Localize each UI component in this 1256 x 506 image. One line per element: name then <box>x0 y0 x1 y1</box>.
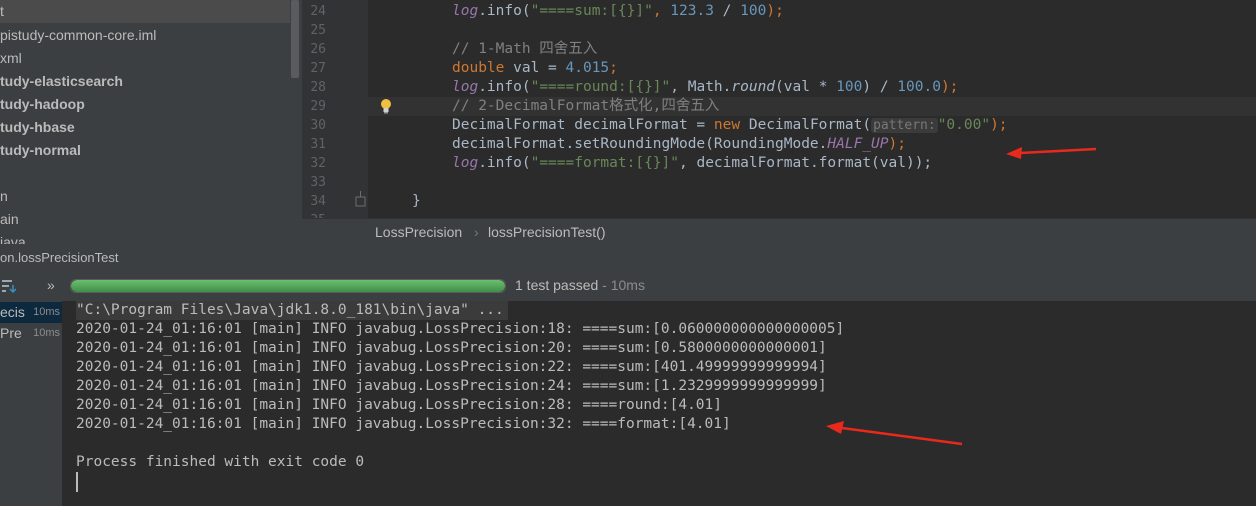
line-number: 29 <box>310 99 326 114</box>
run-window-header: on.lossPrecisionTest <box>0 244 1256 272</box>
tree-item[interactable]: ain <box>0 208 19 231</box>
line-number: 30 <box>310 118 326 133</box>
console-output[interactable]: "C:\Program Files\Java\jdk1.8.0_181\bin\… <box>62 301 1256 506</box>
tree-item[interactable]: xml <box>0 47 22 70</box>
line-number: 35 <box>302 211 326 218</box>
line-number: 32 <box>310 156 326 171</box>
run-toolbar: » 1 test passed - 10ms <box>0 271 1256 302</box>
test-results-tree: ecis 10ms Pre 10ms <box>0 301 62 506</box>
code-editor[interactable]: 24 25 26 27 28 29 30 31 32 33 34 35 log.… <box>302 0 1256 218</box>
line-number: 31 <box>310 137 326 152</box>
line-number: 28 <box>310 80 326 95</box>
breadcrumb-class[interactable]: LossPrecision <box>375 219 462 245</box>
tree-item-label: n <box>0 188 8 204</box>
code-line-30: DecimalFormat decimalFormat = new Decima… <box>452 117 1008 133</box>
tree-item-label: java <box>0 234 26 244</box>
code-line-27: double val = 4.015; <box>452 60 618 76</box>
code-line-31: decimalFormat.setRoundingMode(RoundingMo… <box>452 136 906 152</box>
tree-item-label: t <box>0 3 4 19</box>
line-number: 26 <box>310 42 326 57</box>
tree-item[interactable]: java <box>0 231 26 244</box>
code-line-26: // 1-Math 四舍五入 <box>452 41 598 57</box>
console-line: "C:\Program Files\Java\jdk1.8.0_181\bin\… <box>76 301 508 320</box>
line-number: 27 <box>310 61 326 76</box>
tree-item-module[interactable]: tudy-hbase <box>0 116 75 139</box>
tree-item-label: tudy-hadoop <box>0 96 85 112</box>
line-number: 25 <box>310 23 326 38</box>
console-line: 2020-01-24_01:16:01 [main] INFO javabug.… <box>76 416 731 432</box>
code-line-24: log.info("====sum:[{}]", 123.3 / 100); <box>452 3 784 19</box>
test-item[interactable]: Pre 10ms <box>0 323 62 344</box>
line-number: 33 <box>310 175 326 190</box>
tree-item-label: tudy-normal <box>0 142 81 158</box>
tree-item-module[interactable]: tudy-elasticsearch <box>0 70 123 93</box>
code-line-32: log.info("====format:[{}]", decimalForma… <box>452 155 933 171</box>
project-tree-panel: t pistudy-common-core.iml xml tudy-elast… <box>0 0 302 244</box>
tree-item-label: tudy-hbase <box>0 119 75 135</box>
breadcrumb-method[interactable]: lossPrecisionTest() <box>488 219 605 245</box>
line-number-gutter: 24 25 26 27 28 29 30 31 32 33 34 35 <box>302 0 354 218</box>
tree-item-label: pistudy-common-core.iml <box>0 27 157 43</box>
tree-item[interactable]: t <box>0 0 290 23</box>
fold-marker-icon <box>355 191 366 207</box>
breadcrumb: LossPrecision › lossPrecisionTest() <box>302 218 1256 245</box>
test-progress-bar <box>70 279 506 293</box>
test-item[interactable]: ecis 10ms <box>0 302 62 323</box>
parameter-hint: pattern: <box>871 118 938 133</box>
tree-item-label: ain <box>0 211 19 227</box>
tree-item-module[interactable]: tudy-hadoop <box>0 93 85 116</box>
console-line: 2020-01-24_01:16:01 [main] INFO javabug.… <box>76 378 827 394</box>
tree-item[interactable]: pistudy-common-core.iml <box>0 24 156 47</box>
tree-item[interactable]: n <box>0 185 8 208</box>
tree-item-label: xml <box>0 50 22 66</box>
console-line: 2020-01-24_01:16:01 [main] INFO javabug.… <box>76 359 827 375</box>
code-line-34: } <box>412 193 421 209</box>
console-line: 2020-01-24_01:16:01 [main] INFO javabug.… <box>76 321 845 337</box>
annotation-arrow-icon <box>1006 147 1097 159</box>
line-number: 34 <box>310 194 326 209</box>
test-status: 1 test passed - 10ms <box>515 277 645 293</box>
line-number: 24 <box>310 4 326 19</box>
run-window-title[interactable]: on.lossPrecisionTest <box>0 244 119 271</box>
test-progress-fill <box>71 280 505 292</box>
breadcrumb-separator: › <box>474 224 479 240</box>
tree-item-module[interactable]: tudy-normal <box>0 139 81 162</box>
tree-scrollbar[interactable] <box>291 0 299 78</box>
lightbulb-icon[interactable] <box>379 97 393 116</box>
console-line: 2020-01-24_01:16:01 [main] INFO javabug.… <box>76 340 827 356</box>
code-line-28: log.info("====round:[{}]", Math.round(va… <box>452 79 959 95</box>
console-line: Process finished with exit code 0 <box>76 454 365 470</box>
fold-gutter <box>354 0 368 218</box>
more-button[interactable]: » <box>47 271 55 301</box>
tree-item-label: tudy-elasticsearch <box>0 73 123 89</box>
sort-icon[interactable] <box>0 276 16 296</box>
console-line: 2020-01-24_01:16:01 [main] INFO javabug.… <box>76 397 723 413</box>
annotation-arrow-icon <box>826 421 963 446</box>
text-caret <box>76 472 78 492</box>
code-line-29: // 2-DecimalFormat格式化,四舍五入 <box>452 98 720 114</box>
